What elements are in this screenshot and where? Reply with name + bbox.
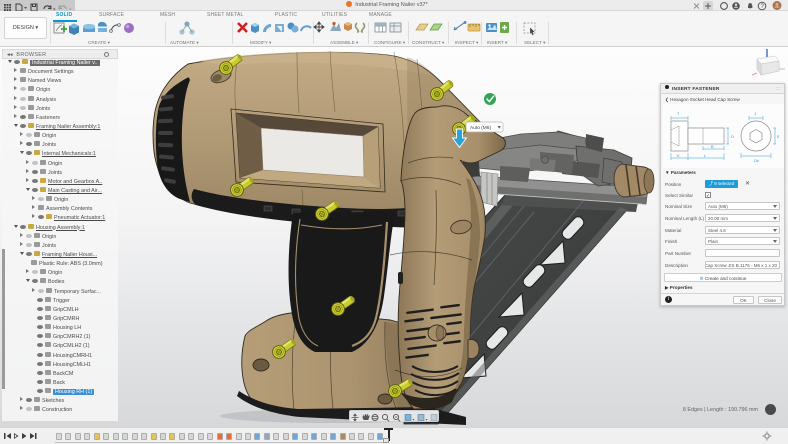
svg-text:Dk: Dk [754, 158, 759, 163]
svg-text:E: E [777, 134, 780, 139]
svg-text:B: B [711, 144, 714, 149]
svg-text:Auto (M6): Auto (M6) [470, 125, 491, 131]
svg-text:D: D [731, 134, 734, 139]
svg-text:K: K [677, 153, 680, 158]
svg-text:J: J [754, 111, 756, 116]
